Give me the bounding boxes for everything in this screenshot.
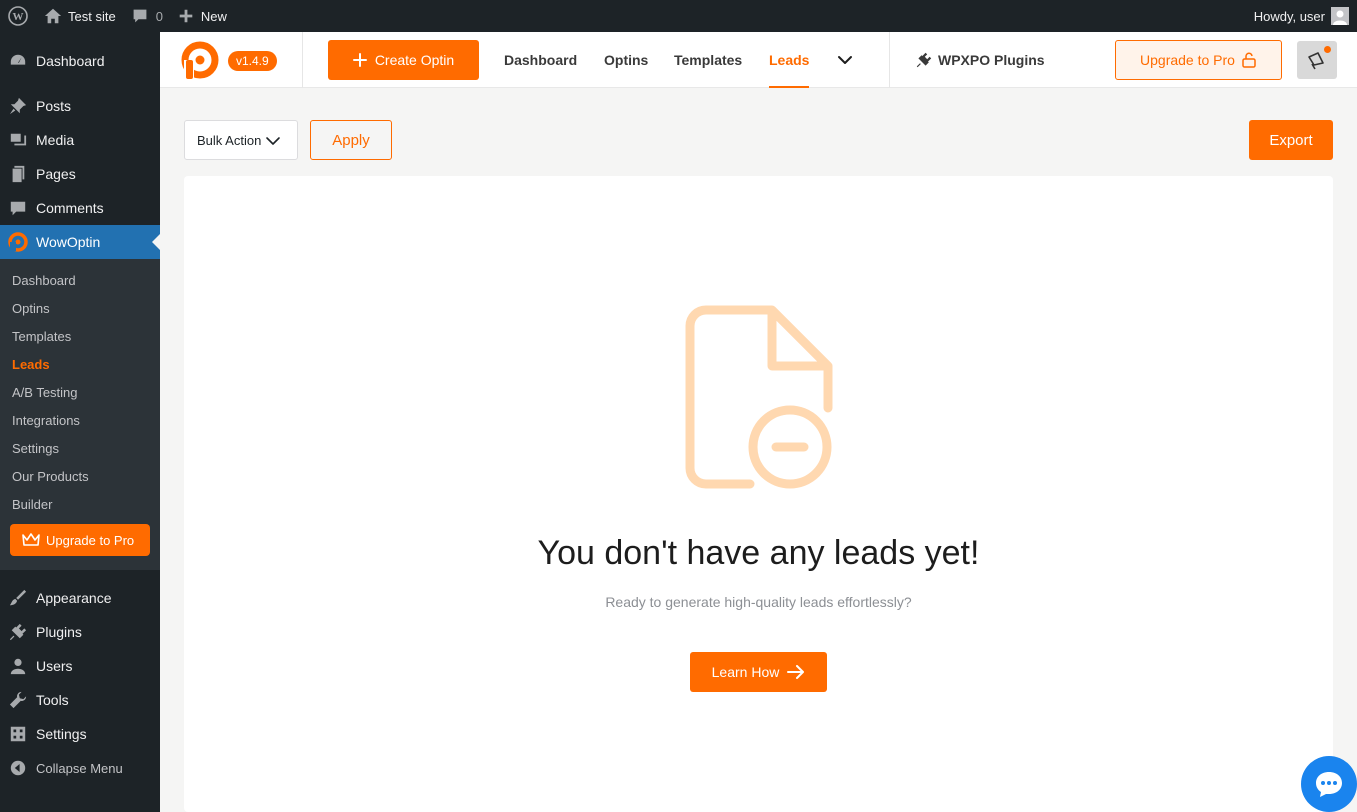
- learn-how-button[interactable]: Learn How: [690, 652, 827, 692]
- submenu-settings[interactable]: Settings: [0, 434, 160, 462]
- empty-state-title: You don't have any leads yet!: [537, 534, 980, 572]
- pin-icon: [8, 96, 28, 116]
- plugin-icon: [8, 622, 28, 642]
- submenu-ab-testing[interactable]: A/B Testing: [0, 378, 160, 406]
- chat-icon: [1316, 772, 1342, 797]
- chevron-down-icon: [266, 137, 280, 145]
- notification-dot: [1324, 46, 1331, 53]
- plugin-icon: [916, 52, 932, 68]
- sidebar-item-users[interactable]: Users: [0, 649, 160, 683]
- pages-icon: [8, 164, 28, 184]
- empty-document-icon: [684, 304, 834, 490]
- plus-icon: [352, 53, 367, 67]
- wowoptin-icon: [8, 232, 28, 252]
- sidebar-upgrade-button[interactable]: Upgrade to Pro: [10, 524, 150, 556]
- avatar: [1331, 7, 1349, 25]
- upgrade-to-pro-button[interactable]: Upgrade to Pro: [1115, 40, 1282, 80]
- collapse-menu-button[interactable]: Collapse Menu: [0, 751, 160, 785]
- sidebar-item-wowoptin[interactable]: WowOptin: [0, 225, 160, 259]
- wpxpo-plugins-link[interactable]: WPXPO Plugins: [916, 32, 1045, 88]
- submenu-leads[interactable]: Leads: [0, 350, 160, 378]
- wowoptin-logo-icon[interactable]: [180, 41, 220, 81]
- nav-optins[interactable]: Optins: [604, 32, 648, 88]
- media-icon: [8, 130, 28, 150]
- announcement-button[interactable]: [1297, 41, 1337, 79]
- howdy-text: Howdy, user: [1253, 8, 1325, 24]
- nav-leads[interactable]: Leads: [769, 32, 810, 88]
- empty-state-subtitle: Ready to generate high-quality leads eff…: [605, 594, 912, 610]
- sidebar-item-settings[interactable]: Settings: [0, 717, 160, 751]
- dashboard-icon: [8, 51, 28, 71]
- version-badge: v1.4.9: [228, 51, 277, 71]
- sidebar-item-plugins[interactable]: Plugins: [0, 615, 160, 649]
- wrench-icon: [8, 690, 28, 710]
- plus-icon: [179, 9, 193, 23]
- unlock-icon: [1242, 52, 1256, 68]
- admin-bar: W Test site 0 New Howdy, user: [0, 0, 1357, 32]
- comment-icon: [133, 9, 147, 23]
- sidebar-item-tools[interactable]: Tools: [0, 683, 160, 717]
- submenu-integrations[interactable]: Integrations: [0, 406, 160, 434]
- new-label: New: [200, 8, 227, 24]
- submenu-builder[interactable]: Builder: [0, 490, 160, 518]
- wowoptin-submenu: Dashboard Optins Templates Leads A/B Tes…: [0, 259, 160, 570]
- plugin-header: v1.4.9 Create Optin Dashboard Optins Tem…: [160, 32, 1357, 88]
- header-divider: [302, 32, 303, 88]
- wordpress-logo-icon[interactable]: W: [0, 0, 36, 32]
- svg-text:W: W: [13, 11, 24, 23]
- home-icon: [44, 8, 62, 24]
- sidebar-item-posts[interactable]: Posts: [0, 89, 160, 123]
- export-button[interactable]: Export: [1249, 120, 1333, 160]
- crown-icon: [22, 533, 40, 546]
- submenu-templates[interactable]: Templates: [0, 322, 160, 350]
- sidebar-item-dashboard[interactable]: Dashboard: [0, 44, 160, 78]
- leads-card: You don't have any leads yet! Ready to g…: [184, 176, 1333, 812]
- settings-icon: [8, 724, 28, 744]
- comment-icon: [8, 198, 28, 218]
- collapse-arrow-icon: [8, 758, 28, 778]
- brush-icon: [8, 588, 28, 608]
- users-icon: [8, 656, 28, 676]
- sidebar-item-appearance[interactable]: Appearance: [0, 581, 160, 615]
- chat-support-button[interactable]: [1301, 756, 1357, 812]
- site-name-link[interactable]: Test site: [36, 0, 124, 32]
- arrow-right-icon: [787, 665, 805, 679]
- my-account[interactable]: Howdy, user: [1254, 7, 1357, 25]
- header-divider: [889, 32, 890, 88]
- create-optin-button[interactable]: Create Optin: [328, 40, 479, 80]
- bulk-action-select[interactable]: Bulk Action: [184, 120, 298, 160]
- sidebar-item-media[interactable]: Media: [0, 123, 160, 157]
- comments-link[interactable]: 0: [124, 0, 171, 32]
- nav-dashboard[interactable]: Dashboard: [504, 32, 577, 88]
- submenu-our-products[interactable]: Our Products: [0, 462, 160, 490]
- new-content-link[interactable]: New: [171, 0, 235, 32]
- chevron-down-icon[interactable]: [837, 52, 853, 68]
- submenu-optins[interactable]: Optins: [0, 294, 160, 322]
- nav-templates[interactable]: Templates: [674, 32, 742, 88]
- comments-count: 0: [155, 8, 163, 24]
- apply-button[interactable]: Apply: [310, 120, 392, 160]
- sidebar-item-comments[interactable]: Comments: [0, 191, 160, 225]
- admin-sidebar: Dashboard Posts Media Pages Comments Wow…: [0, 32, 160, 812]
- sidebar-item-pages[interactable]: Pages: [0, 157, 160, 191]
- site-name: Test site: [68, 8, 116, 24]
- submenu-dashboard[interactable]: Dashboard: [0, 266, 160, 294]
